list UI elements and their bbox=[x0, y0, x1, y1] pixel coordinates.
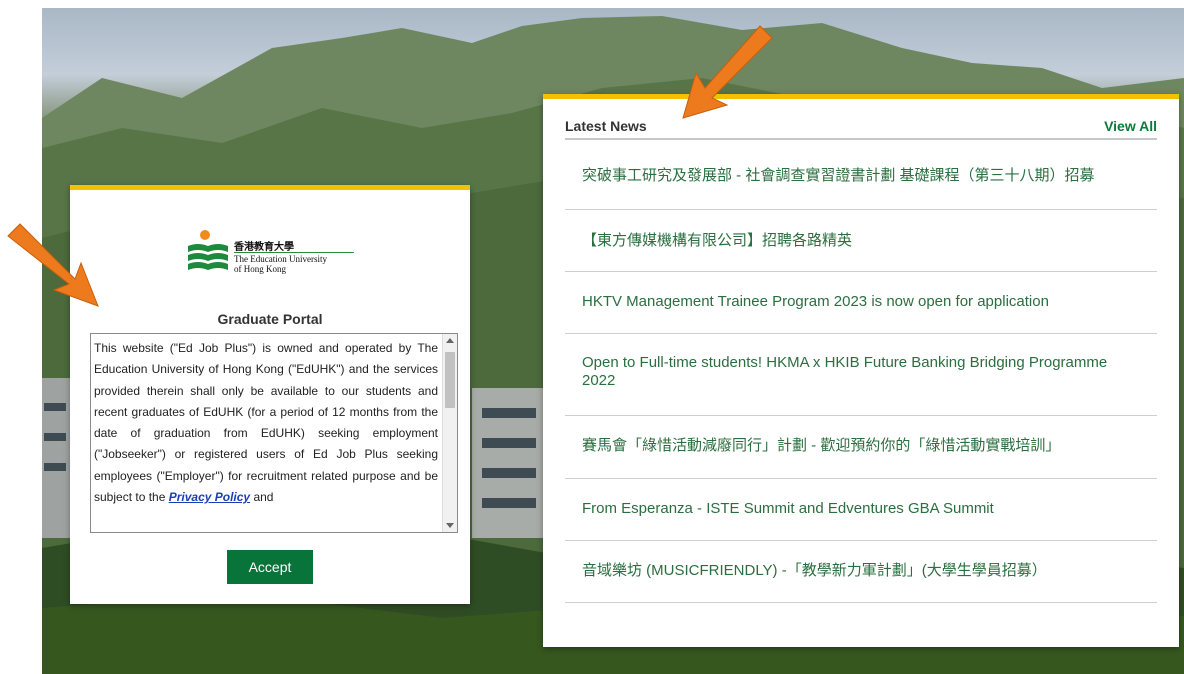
terms-paragraph: This website ("Ed Job Plus") is owned an… bbox=[94, 341, 438, 505]
news-header: Latest News View All bbox=[565, 118, 1157, 140]
logo-divider bbox=[234, 252, 354, 253]
portal-title: Graduate Portal bbox=[217, 311, 323, 327]
logo-english-name-line1: The Education University bbox=[234, 254, 327, 264]
news-item: 音域樂坊 (MUSICFRIENDLY) -「教學新力軍計劃」(大學生學員招募） bbox=[565, 541, 1157, 603]
graduate-portal-card: 香港教育大學 The Education University of Hong … bbox=[70, 185, 470, 604]
scroll-up-arrow-icon[interactable] bbox=[446, 338, 454, 343]
news-item: 賽馬會「綠惜活動減廢同行」計劃 - 歡迎預約你的「綠惜活動實戰培訓」 bbox=[565, 416, 1157, 479]
logo-english-name-line2: of Hong Kong bbox=[234, 264, 286, 274]
terms-scrollbar[interactable] bbox=[442, 334, 457, 532]
news-item: From Esperanza - ISTE Summit and Edventu… bbox=[565, 479, 1157, 541]
eduhk-logo-mark-icon bbox=[188, 230, 228, 270]
terms-scroll-box[interactable]: This website ("Ed Job Plus") is owned an… bbox=[90, 333, 458, 533]
news-item-link[interactable]: HKTV Management Trainee Program 2023 is … bbox=[582, 293, 1142, 311]
news-item-link[interactable]: Open to Full-time students! HKMA x HKIB … bbox=[582, 354, 1142, 390]
news-heading: Latest News bbox=[565, 118, 647, 134]
news-item: Open to Full-time students! HKMA x HKIB … bbox=[565, 334, 1157, 416]
news-item: 突破事工研究及發展部 - 社會調查實習證書計劃 基礎課程（第三十八期）招募 bbox=[565, 145, 1157, 210]
news-item: 【東方傳媒機構有限公司】招聘各路精英 bbox=[565, 210, 1157, 272]
news-item-link[interactable]: 【東方傳媒機構有限公司】招聘各路精英 bbox=[582, 232, 1142, 250]
news-item: HKTV Management Trainee Program 2023 is … bbox=[565, 272, 1157, 334]
news-item-link[interactable]: 突破事工研究及發展部 - 社會調查實習證書計劃 基礎課程（第三十八期）招募 bbox=[582, 167, 1142, 185]
terms-paragraph-tail: and bbox=[250, 490, 274, 505]
news-item-link[interactable]: 賽馬會「綠惜活動減廢同行」計劃 - 歡迎預約你的「綠惜活動實戰培訓」 bbox=[582, 437, 1142, 455]
accept-button[interactable]: Accept bbox=[227, 550, 313, 584]
news-item-link[interactable]: From Esperanza - ISTE Summit and Edventu… bbox=[582, 500, 1142, 518]
privacy-policy-link[interactable]: Privacy Policy bbox=[169, 490, 250, 504]
eduhk-logo: 香港教育大學 The Education University of Hong … bbox=[186, 226, 356, 282]
view-all-link[interactable]: View All bbox=[1104, 118, 1157, 134]
logo-chinese-name: 香港教育大學 bbox=[234, 242, 294, 253]
latest-news-panel: Latest News View All 突破事工研究及發展部 - 社會調查實習… bbox=[543, 94, 1179, 647]
news-item-link[interactable]: 音域樂坊 (MUSICFRIENDLY) -「教學新力軍計劃」(大學生學員招募） bbox=[582, 562, 1142, 580]
scrollbar-thumb[interactable] bbox=[445, 352, 455, 408]
terms-text: This website ("Ed Job Plus") is owned an… bbox=[94, 338, 438, 508]
scroll-down-arrow-icon[interactable] bbox=[446, 523, 454, 528]
